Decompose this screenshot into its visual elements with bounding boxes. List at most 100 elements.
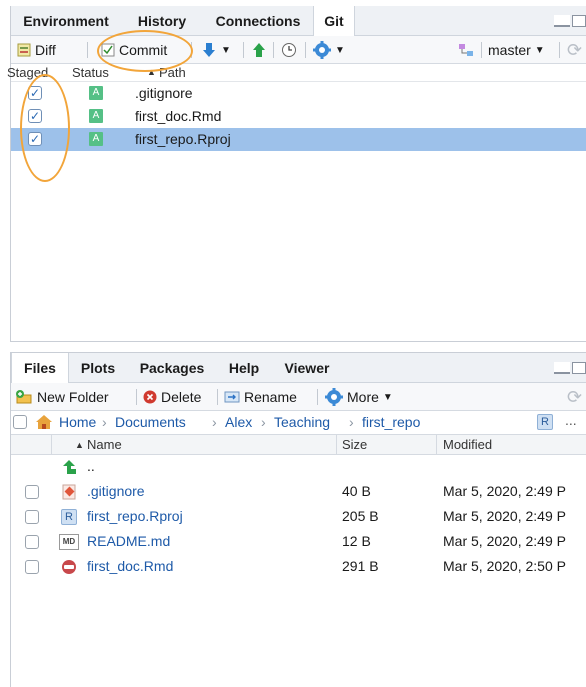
file-checkbox[interactable] [25, 510, 39, 524]
branch-switcher[interactable] [458, 36, 474, 64]
maximize-pane-icon[interactable] [572, 15, 586, 27]
file-checkbox[interactable] [25, 535, 39, 549]
breadcrumb-first-repo[interactable]: first_repo [362, 414, 420, 430]
branch-dropdown-icon: ▼ [534, 44, 545, 56]
up-arrow-icon [63, 460, 76, 474]
push-arrow-icon [253, 43, 265, 57]
file-size: 12 B [342, 533, 371, 549]
gear-icon [313, 41, 331, 59]
gear-icon [325, 388, 343, 406]
file-modified: Mar 5, 2020, 2:49 P [443, 508, 566, 524]
select-all-checkbox[interactable] [13, 415, 27, 429]
file-row[interactable]: MD README.md 12 B Mar 5, 2020, 2:49 P [11, 530, 586, 555]
rename-button[interactable]: Rename [224, 383, 297, 411]
column-divider [436, 435, 437, 455]
file-name[interactable]: first_repo.Rproj [87, 508, 183, 524]
pane-window-controls [552, 361, 586, 377]
new-folder-label: New Folder [37, 389, 109, 405]
pull-dropdown-icon[interactable]: ▼ [221, 45, 231, 56]
column-divider [51, 435, 52, 455]
history-button[interactable] [281, 36, 297, 64]
breadcrumb-teaching[interactable]: Teaching [274, 414, 330, 430]
file-row[interactable]: R first_repo.Rproj 205 B Mar 5, 2020, 2:… [11, 505, 586, 530]
more-files-button[interactable]: More ▼ [325, 383, 393, 411]
more-git-button[interactable]: ▼ [313, 36, 345, 64]
tab-help[interactable]: Help [217, 353, 271, 383]
pull-arrow-icon [203, 43, 215, 57]
tab-git[interactable]: Git [313, 6, 355, 37]
checkbox-commit-icon [101, 43, 115, 57]
modified-column-header[interactable]: Modified [443, 437, 492, 452]
refresh-icon[interactable]: ⟳ [567, 383, 582, 411]
tab-connections[interactable]: Connections [203, 6, 313, 36]
path-column-header[interactable]: Path [159, 65, 186, 80]
more-breadcrumb-button[interactable]: ... [565, 412, 577, 428]
push-button[interactable] [251, 36, 267, 64]
file-checkbox[interactable] [25, 485, 39, 499]
file-row[interactable]: .gitignore 40 B Mar 5, 2020, 2:49 P [11, 480, 586, 505]
diff-button[interactable]: Diff [17, 36, 56, 64]
more-dropdown-icon: ▼ [382, 391, 393, 403]
breadcrumb-documents[interactable]: Documents [115, 414, 186, 430]
staged-column-header[interactable]: Staged [7, 65, 48, 80]
commit-button[interactable]: Commit [101, 36, 167, 64]
tab-viewer[interactable]: Viewer [271, 353, 343, 383]
minimize-pane-icon[interactable] [554, 362, 570, 374]
size-column-header[interactable]: Size [342, 437, 367, 452]
file-size: 40 B [342, 483, 371, 499]
toolbar-separator [243, 42, 244, 58]
tab-files[interactable]: Files [11, 353, 69, 384]
git-path: first_doc.Rmd [135, 108, 222, 124]
minimize-pane-icon[interactable] [554, 15, 570, 27]
new-folder-button[interactable]: New Folder [15, 383, 109, 411]
maximize-pane-icon[interactable] [572, 362, 586, 374]
delete-button[interactable]: Delete [143, 383, 201, 411]
markdown-file-icon: MD [59, 534, 79, 550]
home-icon[interactable] [35, 414, 53, 430]
toolbar-separator [136, 389, 137, 405]
file-name[interactable]: first_doc.Rmd [87, 558, 173, 574]
toolbar-separator [87, 42, 88, 58]
file-checkbox[interactable] [25, 560, 39, 574]
delete-label: Delete [161, 389, 202, 405]
more-label: More [347, 389, 379, 405]
tab-history[interactable]: History [121, 6, 203, 36]
status-added-badge: A [89, 86, 103, 100]
git-row[interactable]: ✓ A .gitignore [11, 82, 586, 105]
branch-icon [459, 44, 473, 56]
file-list: .. .gitignore 40 B Mar 5, 2020, 2:49 P R… [11, 455, 586, 580]
project-r-icon[interactable]: R [537, 414, 553, 430]
staged-checkbox[interactable]: ✓ [28, 132, 42, 146]
status-column-header[interactable]: Status [72, 65, 109, 80]
tab-plots[interactable]: Plots [69, 353, 127, 383]
tab-environment[interactable]: Environment [11, 6, 121, 36]
file-name[interactable]: .gitignore [87, 483, 145, 499]
staged-checkbox[interactable]: ✓ [28, 86, 42, 100]
pull-button[interactable]: ▼ [201, 36, 231, 64]
staged-checkbox[interactable]: ✓ [28, 109, 42, 123]
git-row[interactable]: ✓ A first_doc.Rmd [11, 105, 586, 128]
git-file-list: ✓ A .gitignore ✓ A first_doc.Rmd ✓ A fir… [11, 82, 586, 151]
parent-directory-label: .. [87, 458, 95, 474]
toolbar-separator [317, 389, 318, 405]
breadcrumb-home[interactable]: Home [59, 414, 96, 430]
file-size: 205 B [342, 508, 379, 524]
parent-directory-row[interactable]: .. [11, 455, 586, 480]
refresh-icon[interactable]: ⟳ [567, 36, 582, 64]
pane-window-controls [552, 14, 586, 30]
file-row[interactable]: first_doc.Rmd 291 B Mar 5, 2020, 2:50 P [11, 555, 586, 580]
status-added-badge: A [89, 132, 103, 146]
breadcrumb-separator: › [261, 414, 266, 430]
git-pane-tabbar: Environment History Connections Git [11, 6, 586, 37]
git-path: first_repo.Rproj [135, 131, 231, 147]
sort-ascending-icon: ▲ [147, 67, 156, 77]
tab-packages[interactable]: Packages [127, 353, 217, 383]
file-name[interactable]: README.md [87, 533, 170, 549]
delete-icon [143, 390, 157, 404]
gear-dropdown-icon[interactable]: ▼ [335, 45, 345, 56]
git-row-selected[interactable]: ✓ A first_repo.Rproj [11, 128, 586, 151]
breadcrumb-alex[interactable]: Alex [225, 414, 252, 430]
name-column-header[interactable]: Name [87, 437, 122, 452]
branch-dropdown[interactable]: master ▼ [488, 36, 545, 64]
diff-label: Diff [35, 42, 56, 58]
